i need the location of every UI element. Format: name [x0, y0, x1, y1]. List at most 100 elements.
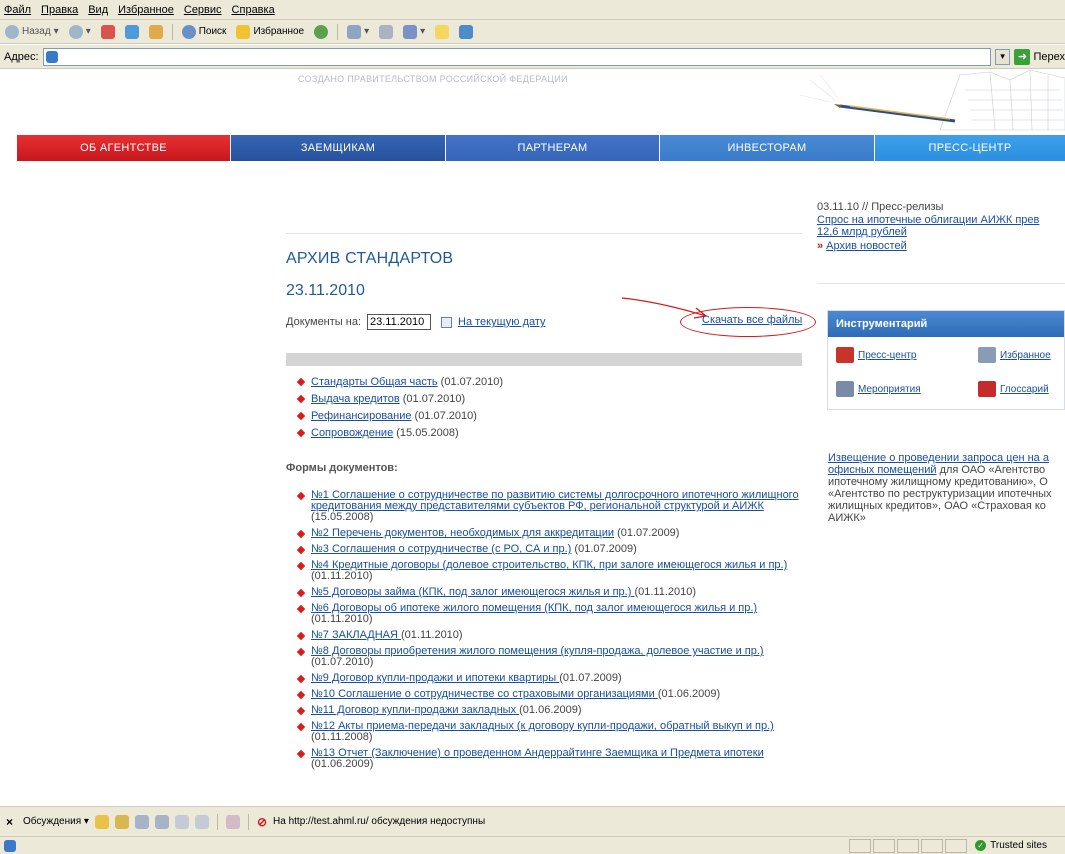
nav-tab-partners[interactable]: ПАРТНЕРАМ [446, 135, 660, 161]
nav-tab-about[interactable]: ОБ АГЕНТСТВЕ [17, 135, 231, 161]
tender-link[interactable]: Извещение о проведении запроса цен на а [828, 452, 1049, 464]
insert-discussion-icon[interactable] [114, 814, 129, 829]
collapse-discussion-icon[interactable] [154, 814, 169, 829]
form-link[interactable]: №13 Отчет (Заключение) о проведенном Анд… [311, 747, 764, 759]
menu-help[interactable]: Справка [232, 4, 275, 16]
form-link[interactable]: №10 Соглашение о сотрудничестве со страх… [311, 688, 658, 700]
stop-button[interactable] [98, 22, 118, 42]
menu-file[interactable]: Файл [4, 4, 31, 16]
discuss-button[interactable] [432, 22, 452, 42]
edit-button[interactable]: ▾ [400, 22, 428, 42]
menu-tools[interactable]: Сервис [184, 4, 222, 16]
tender-text: ипотечному жилищному кредитованию», О [828, 476, 1048, 488]
favorites-button[interactable]: Избранное [233, 22, 307, 42]
list-item: №4 Кредитные договоры (долевое строитель… [296, 559, 804, 582]
news-archive-link[interactable]: Архив новостей [826, 240, 907, 252]
list-item: №11 Договор купли-продажи закладных (01.… [296, 704, 804, 716]
news-archive: » Архив новостей [817, 240, 907, 252]
double-arrow-icon: » [817, 240, 824, 252]
home-button[interactable] [146, 22, 166, 42]
tender-link-continued[interactable]: офисных помещений [828, 464, 937, 476]
events-icon [836, 381, 854, 397]
refresh-button[interactable] [122, 22, 142, 42]
security-zone[interactable]: ✓ Trusted sites [971, 840, 1047, 851]
news-link[interactable]: Спрос на ипотечные облигации АИЖК прев [817, 214, 1039, 226]
menu-view[interactable]: Вид [88, 4, 108, 16]
menu-edit[interactable]: Правка [41, 4, 78, 16]
history-button[interactable] [311, 22, 331, 42]
expand-discussion-icon[interactable] [134, 814, 149, 829]
standard-link[interactable]: Рефинансирование [311, 410, 412, 422]
calendar-icon[interactable] [441, 316, 453, 328]
standard-link[interactable]: Сопровождение [311, 427, 393, 439]
download-all-files-link[interactable]: Скачать все файлы [702, 314, 802, 326]
search-button[interactable]: Поиск [179, 22, 230, 42]
form-link[interactable]: №6 Договоры об ипотеке жилого помещения … [311, 602, 757, 614]
form-link[interactable]: №12 Акты приема-передачи закладных (к до… [311, 720, 774, 732]
form-link[interactable]: №1 Соглашение о сотрудничестве по развит… [311, 489, 799, 512]
form-link[interactable]: №7 ЗАКЛАДНАЯ [311, 629, 401, 641]
form-link[interactable]: №5 Договоры займа (КПК, под залог имеюще… [311, 586, 634, 598]
favorites-icon [978, 347, 996, 363]
documents-date-input[interactable]: 23.11.2010 [367, 314, 432, 330]
print-button[interactable] [376, 22, 396, 42]
menu-bar: Файл Правка Вид Избранное Сервис Справка [0, 0, 1065, 20]
news-link-continued[interactable]: 12,6 млрд рублей [817, 226, 907, 238]
page-viewport: СОЗДАНО ПРАВИТЕЛЬСТВОМ РОССИЙСКОЙ ФЕДЕРА… [0, 70, 1065, 806]
press-center-icon [836, 347, 854, 363]
standard-date: (01.07.2010) [399, 393, 466, 405]
status-cell [897, 838, 920, 853]
status-cell [921, 838, 944, 853]
address-dropdown-button[interactable]: ▼ [994, 48, 1011, 65]
messenger-icon [459, 24, 474, 39]
nav-tab-borrowers[interactable]: ЗАЕМЩИКАМ [231, 135, 446, 161]
list-item: №5 Договоры займа (КПК, под залог имеюще… [296, 586, 804, 598]
new-discussion-icon[interactable] [94, 814, 109, 829]
go-arrow-icon: ➜ [1014, 48, 1031, 65]
form-link[interactable]: №8 Договоры приобретения жилого помещени… [311, 645, 764, 657]
tool-favorites[interactable]: Избранное [978, 347, 1051, 363]
history-icon [314, 24, 329, 39]
form-link[interactable]: №11 Договор купли-продажи закладных [311, 704, 519, 716]
current-date-link[interactable]: На текущую дату [458, 316, 546, 328]
standard-link[interactable]: Стандарты Общая часть [311, 376, 438, 388]
form-link[interactable]: №2 Перечень документов, необходимых для … [311, 527, 614, 539]
page-date: 23.11.2010 [286, 282, 365, 299]
prev-discussion-icon[interactable] [174, 814, 189, 829]
tool-glossary[interactable]: Глоссарий [978, 381, 1049, 397]
tools-panel: Инструментарий Пресс-центр Избранное Мер… [827, 310, 1065, 410]
standard-link[interactable]: Выдача кредитов [311, 393, 400, 405]
form-link[interactable]: №3 Соглашения о сотрудничестве (с РО, СА… [311, 543, 571, 555]
form-link[interactable]: №4 Кредитные договоры (долевое строитель… [311, 559, 787, 571]
bullet-icon [296, 706, 306, 716]
address-input[interactable] [42, 47, 991, 66]
messenger-button[interactable] [456, 22, 476, 42]
next-discussion-icon[interactable] [194, 814, 209, 829]
back-button[interactable]: Назад ▾ [2, 22, 62, 42]
status-bar: ✓ Trusted sites [0, 836, 1065, 854]
nav-tab-label: ПАРТНЕРАМ [517, 142, 588, 154]
tool-events[interactable]: Мероприятия [836, 381, 921, 397]
form-link[interactable]: №9 Договор купли-продажи и ипотеки кварт… [311, 672, 559, 684]
mail-button[interactable]: ▾ [344, 22, 372, 42]
nav-tab-press[interactable]: ПРЕСС-ЦЕНТР [875, 135, 1065, 161]
tender-text: АИЖК» [828, 512, 866, 524]
forward-button[interactable]: ▾ [66, 22, 94, 42]
page-status-icon [4, 839, 16, 852]
tool-label: Мероприятия [858, 383, 921, 395]
section-divider-bar [286, 353, 802, 366]
forms-list: №1 Соглашение о сотрудничестве по развит… [296, 489, 804, 775]
nav-tab-label: ПРЕСС-ЦЕНТР [928, 142, 1012, 154]
menu-favorites[interactable]: Избранное [118, 4, 174, 16]
show-hide-discussion-icon[interactable] [225, 814, 240, 829]
go-button[interactable]: ➜ Перех [1014, 48, 1065, 65]
list-item: №9 Договор купли-продажи и ипотеки кварт… [296, 672, 804, 684]
tool-press-center[interactable]: Пресс-центр [836, 347, 916, 363]
close-icon[interactable]: × [6, 815, 13, 829]
bullet-icon [296, 631, 306, 641]
blocked-icon: ⊘ [256, 814, 268, 829]
nav-tab-investors[interactable]: ИНВЕСТОРАМ [660, 135, 875, 161]
toolbar-separator [171, 23, 173, 40]
bullet-icon [296, 529, 306, 539]
discussions-menu[interactable]: Обсуждения ▾ [23, 816, 89, 827]
